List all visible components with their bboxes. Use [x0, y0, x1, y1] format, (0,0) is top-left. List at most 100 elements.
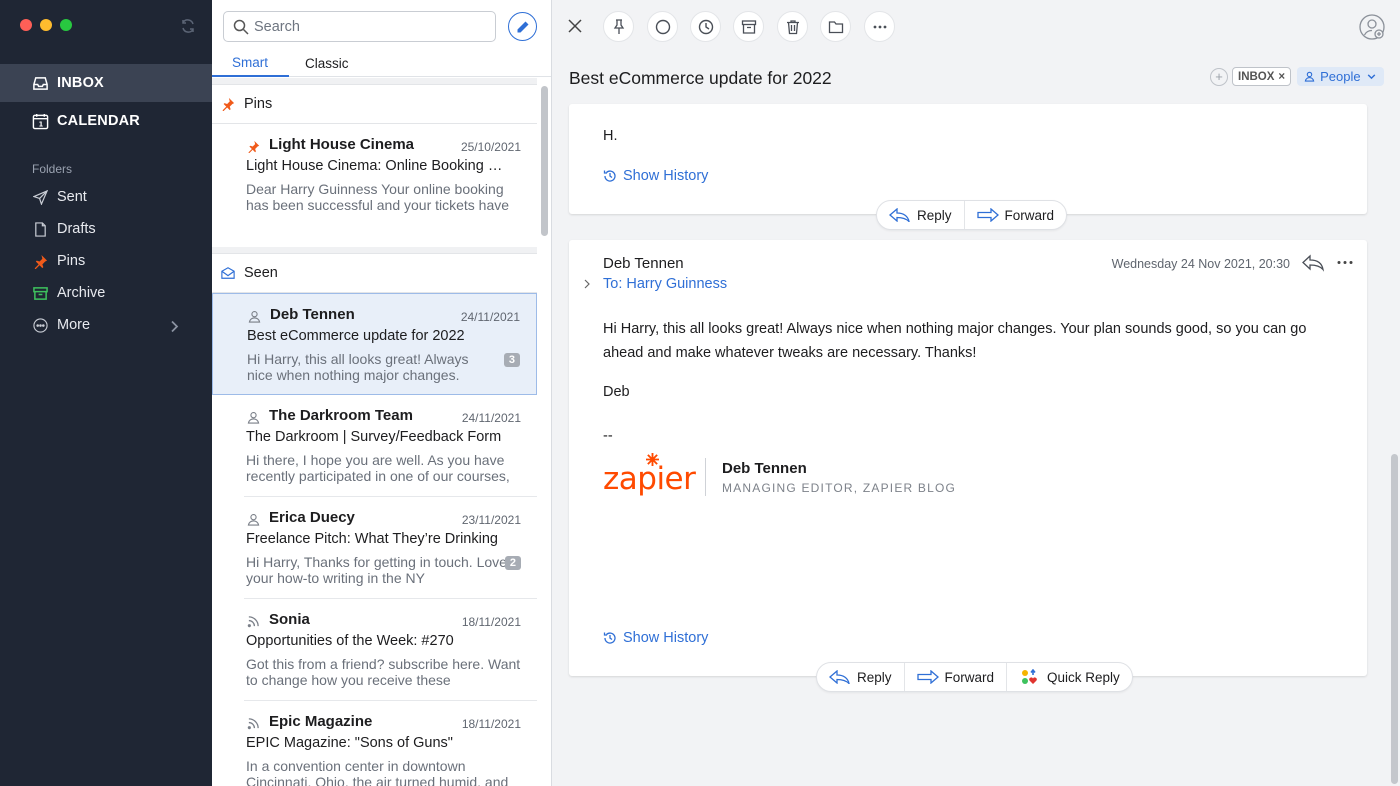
pin-button[interactable] — [603, 11, 634, 42]
quick-reply-button[interactable]: Quick Reply — [1006, 663, 1132, 691]
send-icon — [33, 189, 48, 205]
folders-heading: Folders — [32, 162, 73, 176]
list-item[interactable]: The Darkroom Team 24/11/2021 The Darkroo… — [244, 395, 537, 497]
list-item[interactable]: Deb Tennen 24/11/2021 Best eCommerce upd… — [212, 293, 537, 395]
signature-divider — [705, 458, 706, 496]
sidebar-item-drafts[interactable]: Drafts — [0, 213, 212, 245]
sidebar-item-inbox[interactable]: INBOX — [0, 64, 212, 102]
sidebar-item-label: INBOX — [57, 75, 104, 91]
message-preview: In a convention center in downtown Cinci… — [246, 758, 509, 786]
list-tabs: Smart Classic — [212, 50, 551, 77]
message-preview: Got this from a friend? subscribe here. … — [246, 656, 521, 688]
show-history-link[interactable]: Show History — [603, 630, 708, 646]
show-history-link[interactable]: Show History — [603, 168, 708, 184]
message-sender[interactable]: Deb Tennen — [603, 255, 684, 272]
compose-button[interactable] — [508, 12, 537, 41]
message-subject: Opportunities of the Week: #270 — [246, 633, 454, 649]
message-list: Pins Light House Cinema 25/10/2021 Light… — [212, 78, 537, 786]
reader-scrollbar[interactable] — [1388, 104, 1400, 786]
sidebar-item-label: More — [57, 317, 91, 333]
zapier-logo: zapier — [603, 453, 696, 497]
forward-button[interactable]: Forward — [963, 201, 1067, 229]
sidebar-item-calendar[interactable]: 1 CALENDAR — [0, 102, 212, 140]
add-tag-button[interactable]: + — [1210, 67, 1228, 86]
message-subject: The Darkroom | Survey/Feedback Form — [246, 429, 502, 445]
inbox-tag[interactable]: INBOX × — [1232, 67, 1292, 86]
person-icon — [1304, 71, 1315, 82]
reader-toolbar — [552, 0, 1400, 54]
pin-icon — [248, 140, 260, 153]
move-to-folder-button[interactable] — [820, 11, 851, 42]
close-window-button[interactable] — [20, 19, 32, 31]
message-date: 18/11/2021 — [461, 615, 521, 629]
quick-reply-emoji-icon — [1022, 669, 1037, 684]
scrollbar-thumb[interactable] — [541, 86, 548, 236]
thread-count-badge: 2 — [504, 556, 521, 570]
message-sender: Erica Duecy — [269, 509, 355, 526]
message-sender: Sonia — [269, 611, 310, 628]
signature-name: Deb Tennen — [722, 459, 807, 477]
section-title: Seen — [244, 265, 278, 281]
rss-icon — [247, 616, 259, 628]
chevron-right-icon[interactable] — [583, 279, 591, 289]
signature-separator: -- — [603, 428, 613, 444]
message-preview: Dear Harry Guinness Your online booking … — [246, 181, 510, 213]
list-scrollbar[interactable] — [539, 78, 549, 786]
message-subject: EPIC Magazine: "Sons of Guns" — [246, 735, 453, 751]
search-input[interactable]: Search — [223, 11, 496, 42]
list-item[interactable]: Light House Cinema 25/10/2021 Light Hous… — [244, 124, 537, 247]
forward-icon — [916, 670, 939, 684]
sidebar-item-sent[interactable]: Sent — [0, 181, 212, 213]
list-item[interactable]: Erica Duecy 23/11/2021 Freelance Pitch: … — [244, 497, 537, 599]
message-sender: Light House Cinema — [269, 136, 415, 153]
zoom-window-button[interactable] — [60, 19, 72, 31]
reply-icon — [829, 670, 850, 684]
message-actions-current: Reply Forward Quick Reply — [816, 662, 1133, 692]
sync-icon[interactable] — [180, 18, 196, 34]
reply-button[interactable]: Reply — [817, 663, 904, 691]
clock-icon — [698, 19, 713, 34]
sidebar-item-label: Drafts — [57, 221, 96, 237]
account-add-icon[interactable] — [1359, 14, 1385, 40]
close-icon[interactable] — [567, 18, 583, 34]
message-date: Wednesday 24 Nov 2021, 20:30 — [1111, 257, 1290, 271]
forward-button[interactable]: Forward — [903, 663, 1007, 691]
inbox-icon — [33, 76, 48, 90]
delete-button[interactable] — [777, 11, 808, 42]
scrollbar-thumb[interactable] — [1391, 454, 1398, 784]
ellipsis-icon[interactable] — [1337, 260, 1353, 265]
signature-role: MANAGING EDITOR, ZAPIER BLOG — [722, 480, 957, 495]
tab-smart[interactable]: Smart — [212, 50, 289, 77]
archive-button[interactable] — [733, 11, 764, 42]
mark-done-button[interactable] — [647, 11, 678, 42]
sidebar: INBOX 1 CALENDAR Folders Sent Drafts Pin… — [0, 0, 212, 786]
people-button[interactable]: People — [1297, 67, 1384, 86]
circle-icon — [655, 19, 670, 34]
window-controls — [20, 19, 72, 31]
sidebar-item-more[interactable]: More — [0, 309, 212, 341]
list-item[interactable]: Sonia 18/11/2021 Opportunities of the We… — [244, 599, 537, 701]
sidebar-item-pins[interactable]: Pins — [0, 245, 212, 277]
message-sender: Epic Magazine — [269, 713, 373, 730]
remove-tag-icon[interactable]: × — [1278, 71, 1285, 83]
reply-button[interactable]: Reply — [877, 201, 964, 229]
message-recipient[interactable]: To: Harry Guinness — [603, 276, 727, 292]
tab-classic[interactable]: Classic — [289, 50, 368, 77]
minimize-window-button[interactable] — [40, 19, 52, 31]
tag-label: INBOX — [1238, 70, 1275, 83]
archive-icon — [33, 286, 48, 300]
message-body: Hi Harry, this all looks great! Always n… — [603, 321, 1307, 361]
people-label: People — [1320, 69, 1361, 84]
person-icon — [247, 412, 260, 424]
reply-label: Reply — [917, 207, 952, 223]
list-item[interactable]: Epic Magazine 18/11/2021 EPIC Magazine: … — [244, 701, 537, 786]
logo-text: zapier — [603, 461, 696, 497]
reply-icon[interactable] — [1301, 254, 1325, 272]
folder-icon — [828, 20, 843, 33]
more-actions-button[interactable] — [864, 11, 895, 42]
snooze-button[interactable] — [690, 11, 721, 42]
sidebar-item-archive[interactable]: Archive — [0, 277, 212, 309]
quick-reply-label: Quick Reply — [1047, 669, 1120, 685]
message-date: 18/11/2021 — [461, 717, 521, 731]
thread-subject: Best eCommerce update for 2022 — [569, 68, 832, 88]
